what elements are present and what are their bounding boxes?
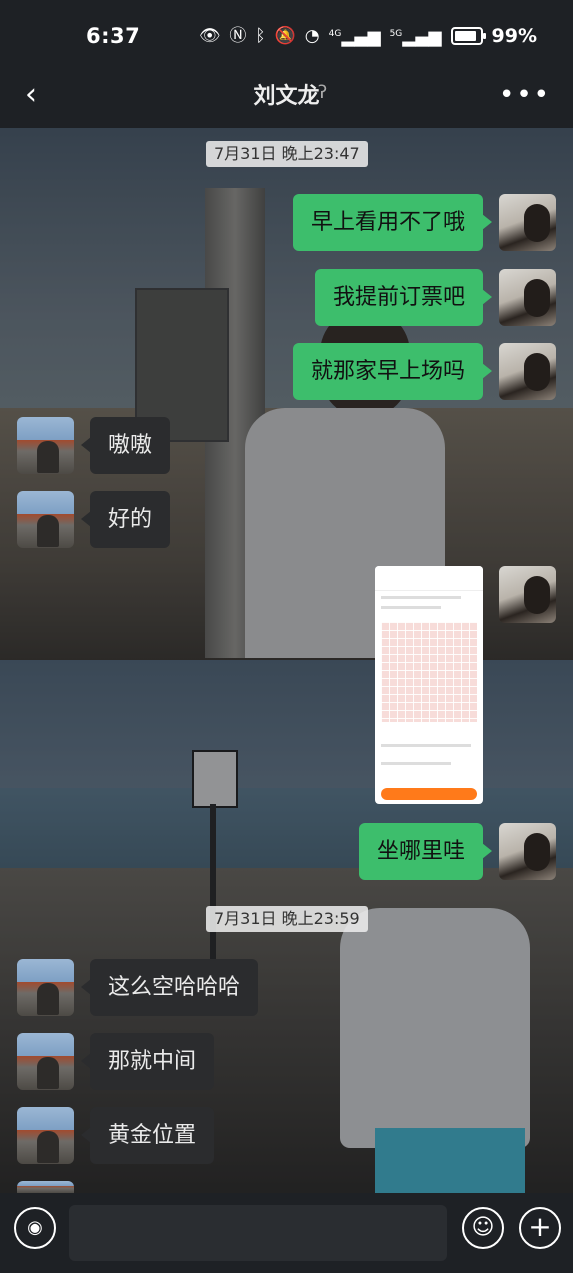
status-bar: 6:37 👁 Ⓝ ᛒ 🔕 ◔ 4G▂▄▆ 5G▂▄▆ 99%	[0, 0, 573, 66]
avatar-self[interactable]	[499, 823, 556, 880]
mute-icon: 🔕	[274, 25, 296, 46]
battery-icon	[450, 26, 486, 45]
screenshot-statusbar	[375, 566, 483, 576]
nfc-icon: Ⓝ	[229, 25, 247, 46]
screenshot-confirm-button	[381, 788, 477, 800]
voice-input-button[interactable]: ◉	[14, 1207, 56, 1249]
eye-icon: 👁	[198, 25, 221, 46]
screenshot-seat-map	[381, 622, 477, 722]
timestamp: 7月31日 晚上23:47	[206, 141, 368, 167]
screenshot-line	[381, 596, 461, 599]
avatar-contact[interactable]	[17, 1033, 74, 1090]
ear-icon: ʔ	[318, 82, 328, 103]
avatar-self[interactable]	[499, 566, 556, 623]
message-input-field[interactable]	[69, 1205, 447, 1261]
message-bubble-sent[interactable]: 坐哪里哇	[358, 823, 493, 880]
message-bubble-sent[interactable]: 我提前订票吧	[314, 269, 493, 326]
bluetooth-icon: ᛒ	[255, 25, 266, 46]
more-actions-button[interactable]: +	[519, 1207, 561, 1249]
message-bubble-received[interactable]: 这么空哈哈哈	[80, 959, 259, 1016]
screenshot-image-message[interactable]	[375, 566, 483, 804]
signal-5g-icon: 5G▂▄▆	[389, 27, 442, 48]
timestamp: 7月31日 晚上23:59	[206, 906, 368, 932]
chat-header: ‹ 刘文龙 ʔ •••	[0, 66, 573, 128]
avatar-contact[interactable]	[17, 417, 74, 474]
emoji-icon: ☺	[471, 1215, 495, 1240]
avatar-self[interactable]	[499, 343, 556, 400]
wifi-icon: ◔	[304, 25, 320, 46]
avatar-self[interactable]	[499, 269, 556, 326]
background-dim-overlay	[0, 128, 573, 1193]
status-icons: 👁 Ⓝ ᛒ 🔕 ◔ 4G▂▄▆ 5G▂▄▆ 99%	[199, 22, 537, 50]
message-bubble-received[interactable]: 好的	[80, 491, 171, 548]
voice-icon: ◉	[27, 1217, 43, 1238]
screenshot-header	[375, 576, 483, 591]
screenshot-line	[381, 606, 441, 609]
avatar-contact-partial[interactable]	[17, 1181, 74, 1193]
more-options-button[interactable]: •••	[499, 80, 551, 110]
screenshot-line	[381, 762, 451, 765]
avatar-self[interactable]	[499, 194, 556, 251]
avatar-contact[interactable]	[17, 959, 74, 1016]
emoji-button[interactable]: ☺	[462, 1207, 504, 1249]
message-bubble-received[interactable]: 黄金位置	[80, 1107, 215, 1164]
message-bubble-sent[interactable]: 就那家早上场吗	[292, 343, 493, 400]
chat-title: 刘文龙	[253, 84, 320, 109]
chat-background-photo	[0, 128, 573, 1193]
battery-percent: 99%	[491, 24, 537, 47]
message-bubble-received[interactable]: 嗷嗷	[80, 417, 171, 474]
plus-icon: +	[528, 1210, 552, 1243]
screenshot-line	[381, 744, 471, 747]
message-bubble-received[interactable]: 那就中间	[80, 1033, 215, 1090]
status-time: 6:37	[86, 24, 141, 48]
message-bubble-sent[interactable]: 早上看用不了哦	[292, 194, 493, 251]
signal-4g-icon: 4G▂▄▆	[328, 27, 381, 48]
input-bar: ◉ ☺ +	[0, 1193, 573, 1273]
avatar-contact[interactable]	[17, 1107, 74, 1164]
avatar-contact[interactable]	[17, 491, 74, 548]
